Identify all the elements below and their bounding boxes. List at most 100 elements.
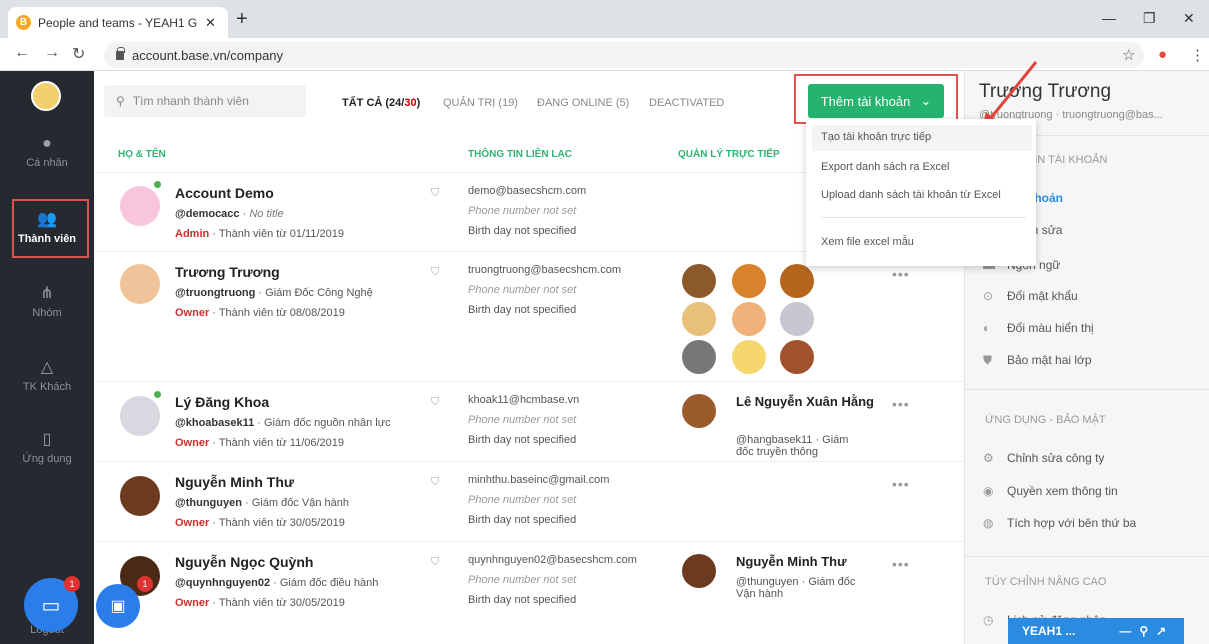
restore-icon[interactable]: ❐ [1143, 10, 1156, 27]
email: minhthu.baseinc@gmail.com [468, 474, 610, 486]
panel-item-2fa[interactable]: ⛊ Bảo mật hai lớp [983, 353, 1092, 368]
subordinate-avatar[interactable] [732, 340, 766, 374]
menu-icon[interactable]: ⋮ [1190, 46, 1205, 64]
url-text: account.base.vn/company [132, 47, 284, 63]
tab-close-icon[interactable]: ✕ [205, 15, 216, 31]
member-name[interactable]: Nguyễn Ngọc Quỳnh [175, 554, 313, 570]
window-close-icon[interactable]: ✕ [1183, 10, 1195, 27]
tab-online[interactable]: ĐANG ONLINE (5) [537, 97, 629, 109]
menu-item-sample-file[interactable]: Xem file excel mẫu [821, 236, 914, 248]
external-link-icon[interactable]: ↗ [1156, 624, 1166, 638]
app-logo[interactable] [31, 81, 61, 111]
eye-icon: ◉ [983, 484, 994, 498]
table-row[interactable]: Nguyễn Minh Thư @thunguyen · Giám đốc Vậ… [94, 461, 964, 541]
search-icon[interactable]: ⚲ [1139, 624, 1148, 638]
more-icon[interactable]: ••• [892, 476, 910, 492]
contact-info: khoak11@hcmbase.vn Phone number not set Bi… [468, 390, 579, 450]
highlight-box-add-button [794, 74, 958, 124]
avatar [120, 186, 160, 226]
manager-title: đốc truyền thông [736, 446, 818, 458]
birthday: Birth day not specified [468, 434, 577, 446]
manager-name[interactable]: Nguyễn Minh Thư [736, 554, 847, 569]
table-row[interactable]: Trương Trương @truongtruong · Giám Đốc C… [94, 251, 964, 381]
subordinate-avatar[interactable] [780, 264, 814, 298]
member-role: Owner · Thành viên từ 30/05/2019 [175, 517, 345, 529]
tab-admins[interactable]: QUẢN TRỊ (19) [443, 97, 518, 109]
birthday: Birth day not specified [468, 514, 577, 526]
gear-icon: ⚙ [983, 451, 994, 465]
panel-item-theme[interactable]: ◐ Đổi màu hiển thị [983, 321, 1094, 335]
sidebar-item-groups[interactable]: ⋔ Nhóm [0, 283, 94, 319]
manager-avatar[interactable] [682, 394, 716, 428]
menu-item-create-account[interactable]: Tạo tài khoản trực tiếp [821, 131, 931, 143]
app-sidebar: ● Cá nhân 👥 Thành viên ⋔ Nhóm △ TK Khách ▯ Ứn… [0, 71, 94, 644]
minimize-icon[interactable]: — [1119, 624, 1131, 638]
sidebar-item-apps[interactable]: ▯ Ứng dụng [0, 429, 94, 465]
panel-item-edit-company[interactable]: ⚙ Chỉnh sửa công ty [983, 451, 1104, 465]
more-icon[interactable]: ••• [892, 556, 910, 572]
job-title: Giám Đốc Công Nghệ [265, 287, 373, 299]
col-header-name: HỌ & TÊN [118, 149, 166, 160]
member-username: @democacc · No title [175, 208, 284, 220]
member-name[interactable]: Trương Trương [175, 264, 280, 280]
subordinate-avatar[interactable] [682, 264, 716, 298]
subordinate-avatar[interactable] [682, 302, 716, 336]
new-tab-icon[interactable]: + [236, 8, 248, 31]
subordinate-avatar[interactable] [682, 340, 716, 374]
lock-icon [116, 46, 125, 60]
menu-item-export-excel[interactable]: Export danh sách ra Excel [821, 161, 949, 173]
menu-item-upload-excel[interactable]: Upload danh sách tài khoản từ Excel [821, 189, 1001, 201]
triangle-icon: △ [40, 359, 54, 376]
sidebar-item-personal[interactable]: ● Cá nhân [0, 135, 94, 169]
member-username: @quynhnguyen02 · Giám đốc điều hành [175, 577, 379, 589]
table-row[interactable]: Lý Đăng Khoa @khoabasek11 · Giám đốc ngu… [94, 381, 964, 461]
search-box[interactable]: ⚲ Tìm nhanh thành viên [104, 85, 306, 117]
panel-item-view-permission[interactable]: ◉ Quyền xem thông tin [983, 484, 1118, 498]
sidebar-item-guests[interactable]: △ TK Khách [0, 357, 94, 393]
panel-item-password[interactable]: ⊙ Đổi mật khẩu [983, 289, 1078, 303]
divider [965, 556, 1209, 557]
subordinate-avatar[interactable] [732, 264, 766, 298]
more-icon[interactable]: ••• [892, 396, 910, 412]
subordinate-avatar[interactable] [780, 340, 814, 374]
table-row[interactable]: Nguyễn Ngọc Quỳnh @quynhnguyen02 · Giám … [94, 541, 964, 621]
group-icon: ⋔ [40, 285, 54, 302]
extension-icon[interactable]: ● [1158, 46, 1167, 63]
highlight-box-members [12, 199, 89, 258]
star-icon[interactable]: ☆ [1122, 46, 1135, 64]
shield-icon: ⛉ [431, 556, 440, 568]
manager-username: @hangbasek11 · Giám [736, 434, 849, 446]
section-app-security: ỨNG DỤNG - BẢO MẬT [985, 414, 1106, 426]
add-account-dropdown: Tạo tài khoản trực tiếp Export danh sách… [806, 119, 1036, 266]
manager-name[interactable]: Lê Nguyễn Xuân Hằng [736, 394, 876, 409]
forward-icon[interactable]: → [44, 44, 60, 62]
member-role: Owner · Thành viên từ 08/08/2019 [175, 307, 345, 319]
yeah-chat-bar[interactable]: YEAH1 ... — ⚲ ↗ [1008, 618, 1184, 644]
tab-all-close-paren: ) [416, 97, 421, 109]
col-header-manager: QUẢN LÝ TRỰC TIẾP [678, 149, 780, 160]
panel-item-label: Tích hợp với bên thứ ba [1007, 516, 1137, 530]
minimize-icon[interactable]: — [1102, 10, 1116, 26]
panel-item-integrations[interactable]: ◍ Tích hợp với bên thứ ba [983, 516, 1136, 530]
reload-icon[interactable]: ↻ [72, 44, 85, 64]
subordinate-avatar[interactable] [732, 302, 766, 336]
tab-all[interactable]: TẤT CẢ (24/30) [342, 97, 420, 109]
dropdown-divider [821, 217, 1026, 218]
browser-tab[interactable]: B People and teams - YEAH1 GROU ✕ [8, 7, 228, 38]
online-indicator [154, 391, 161, 398]
manager-title: Vận hành [736, 588, 784, 600]
role: Owner [175, 517, 210, 529]
task-button[interactable]: ▣ [96, 584, 140, 628]
more-icon[interactable]: ••• [892, 266, 910, 282]
col-header-contact: THÔNG TIN LIÊN LẠC [468, 149, 572, 160]
manager-avatar[interactable] [682, 554, 716, 588]
subordinate-avatar[interactable] [780, 302, 814, 336]
back-icon[interactable]: ← [14, 44, 30, 62]
member-name[interactable]: Account Demo [175, 185, 274, 201]
member-since: Thành viên từ 11/06/2019 [218, 437, 345, 449]
member-name[interactable]: Lý Đăng Khoa [175, 394, 269, 410]
tab-deactivated[interactable]: DEACTIVATED [649, 97, 724, 109]
birthday: Birth day not specified [468, 304, 577, 316]
member-name[interactable]: Nguyễn Minh Thư [175, 474, 294, 490]
palette-icon: ◐ [983, 321, 991, 335]
